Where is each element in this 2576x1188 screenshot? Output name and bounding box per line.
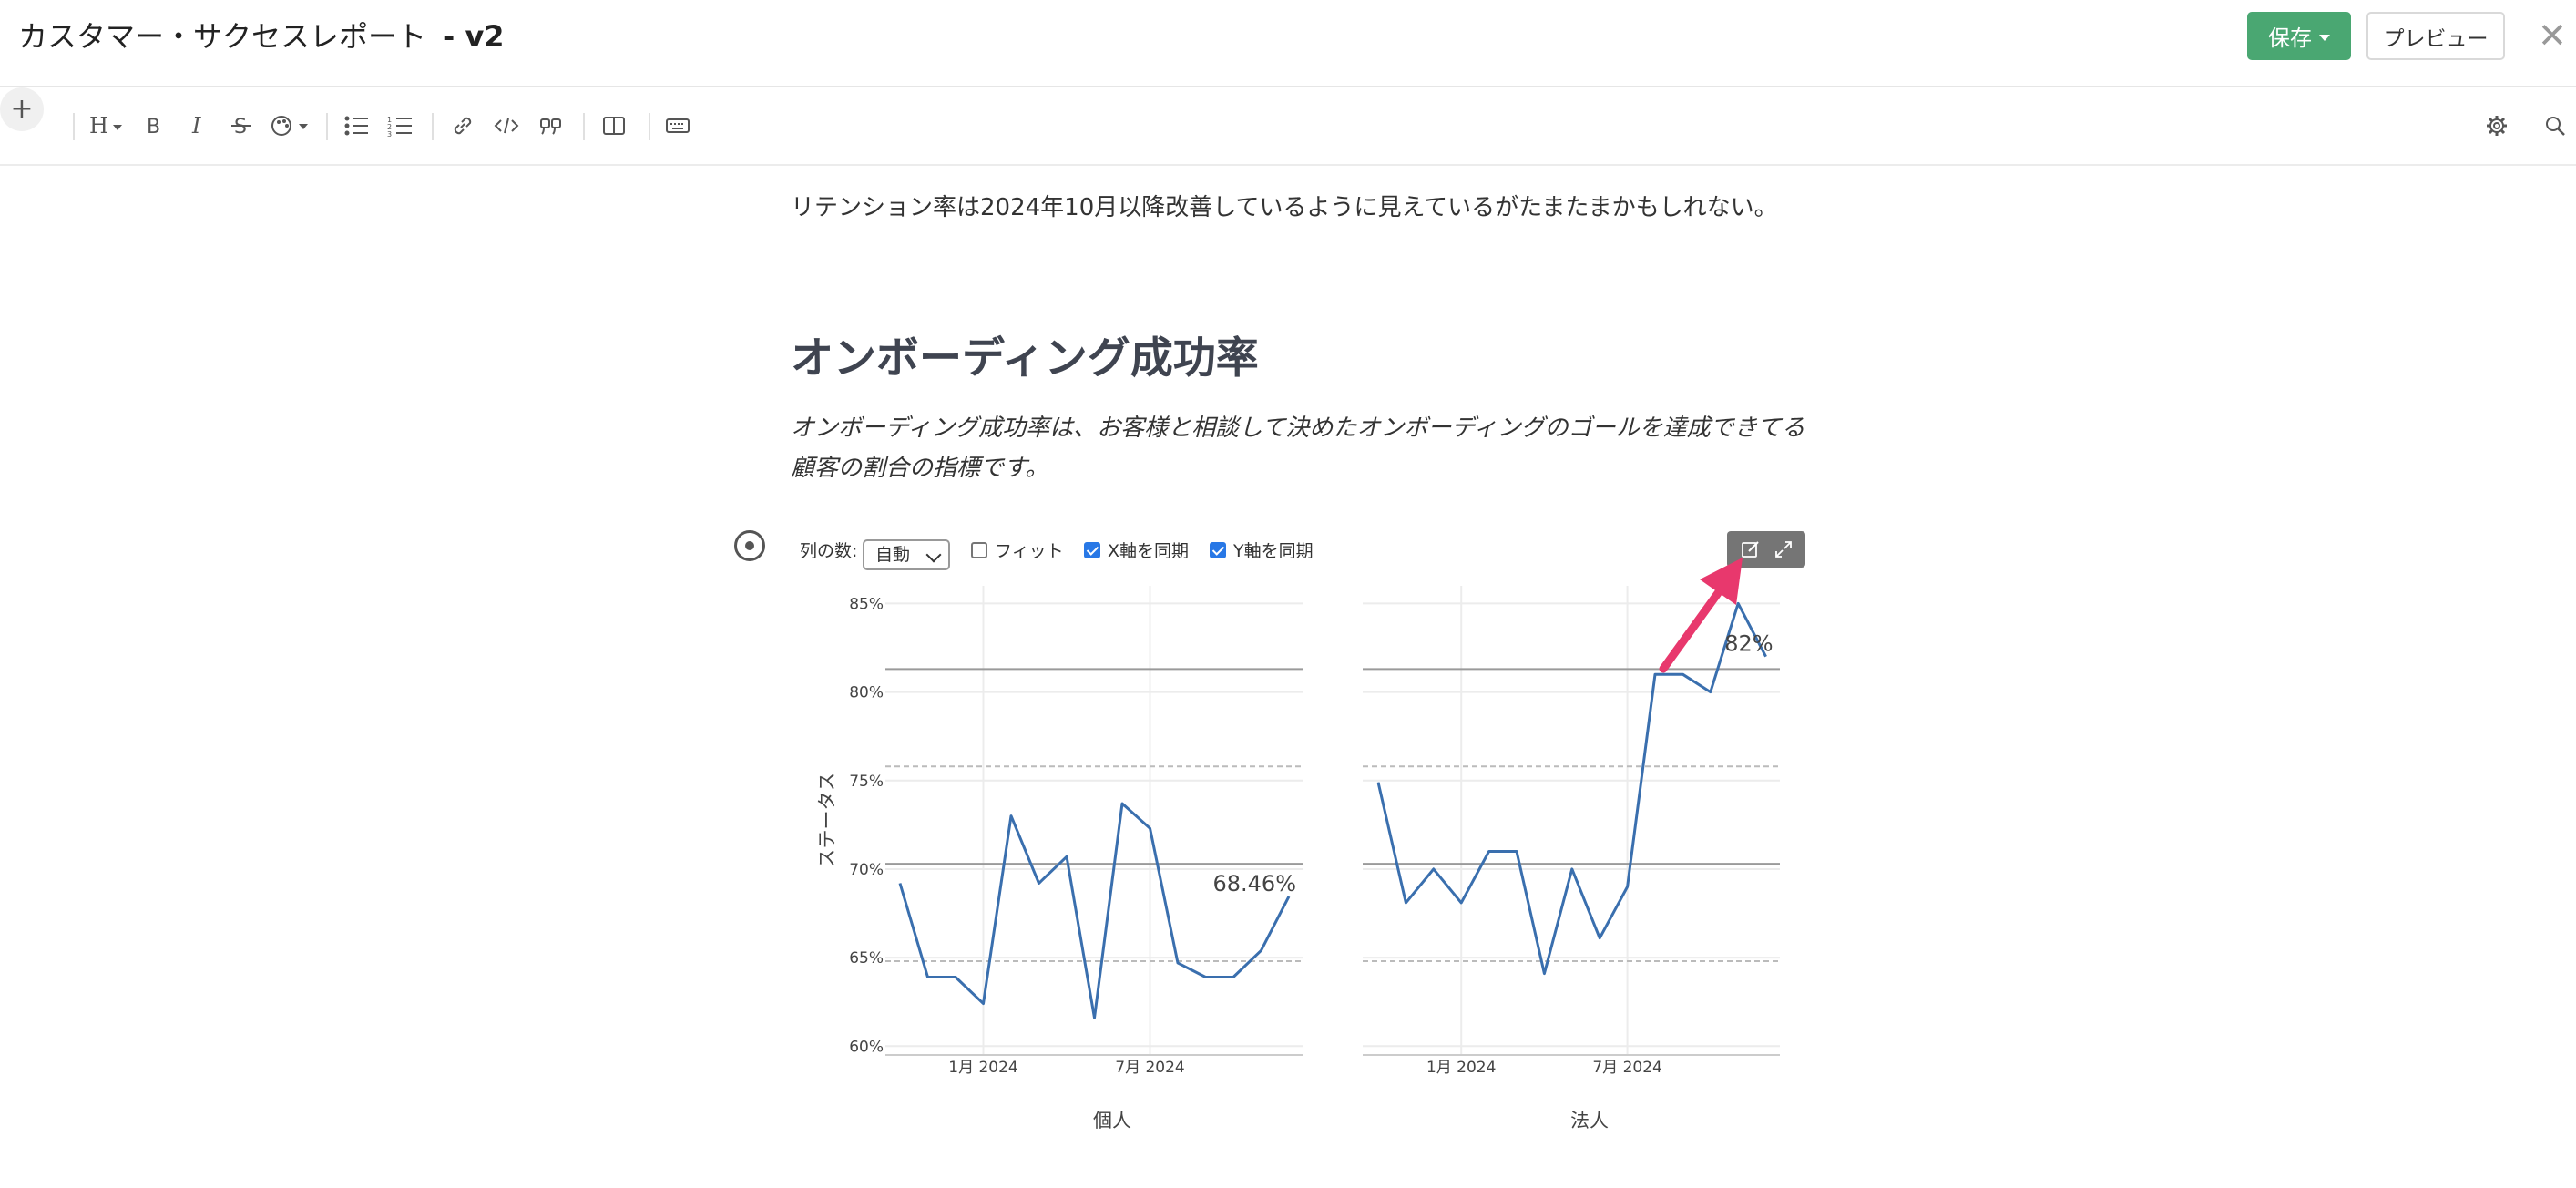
panel-title: 法人 [1570,1110,1609,1132]
y-tick-label: 70% [849,861,884,879]
x-tick-label: 1月 2024 [948,1059,1017,1077]
panel-title: 個人 [1093,1110,1131,1132]
end-value-label: 82% [1724,631,1773,657]
onboarding-chart: 1月 2024 7月 2024 68.46% 個人 1月 2024 7月 2024 82% 法… [816,558,1780,1132]
series-line-1 [898,802,1291,1019]
y-tick-label: 60% [849,1038,884,1056]
end-value-label: 68.46% [1212,871,1296,896]
y-tick-label: 80% [849,684,884,702]
series-line-2 [1376,601,1767,976]
annotation-arrow-head [1700,558,1743,605]
y-tick-label: 75% [849,773,884,791]
x-tick-label: 7月 2024 [1592,1059,1661,1077]
y-axis-label: ステータス [816,773,838,868]
y-tick-label: 85% [849,595,884,613]
x-tick-label: 7月 2024 [1115,1059,1184,1077]
x-tick-label: 1月 2024 [1426,1059,1496,1077]
annotation-arrow-shaft [1659,579,1730,673]
y-tick-label: 65% [849,949,884,968]
